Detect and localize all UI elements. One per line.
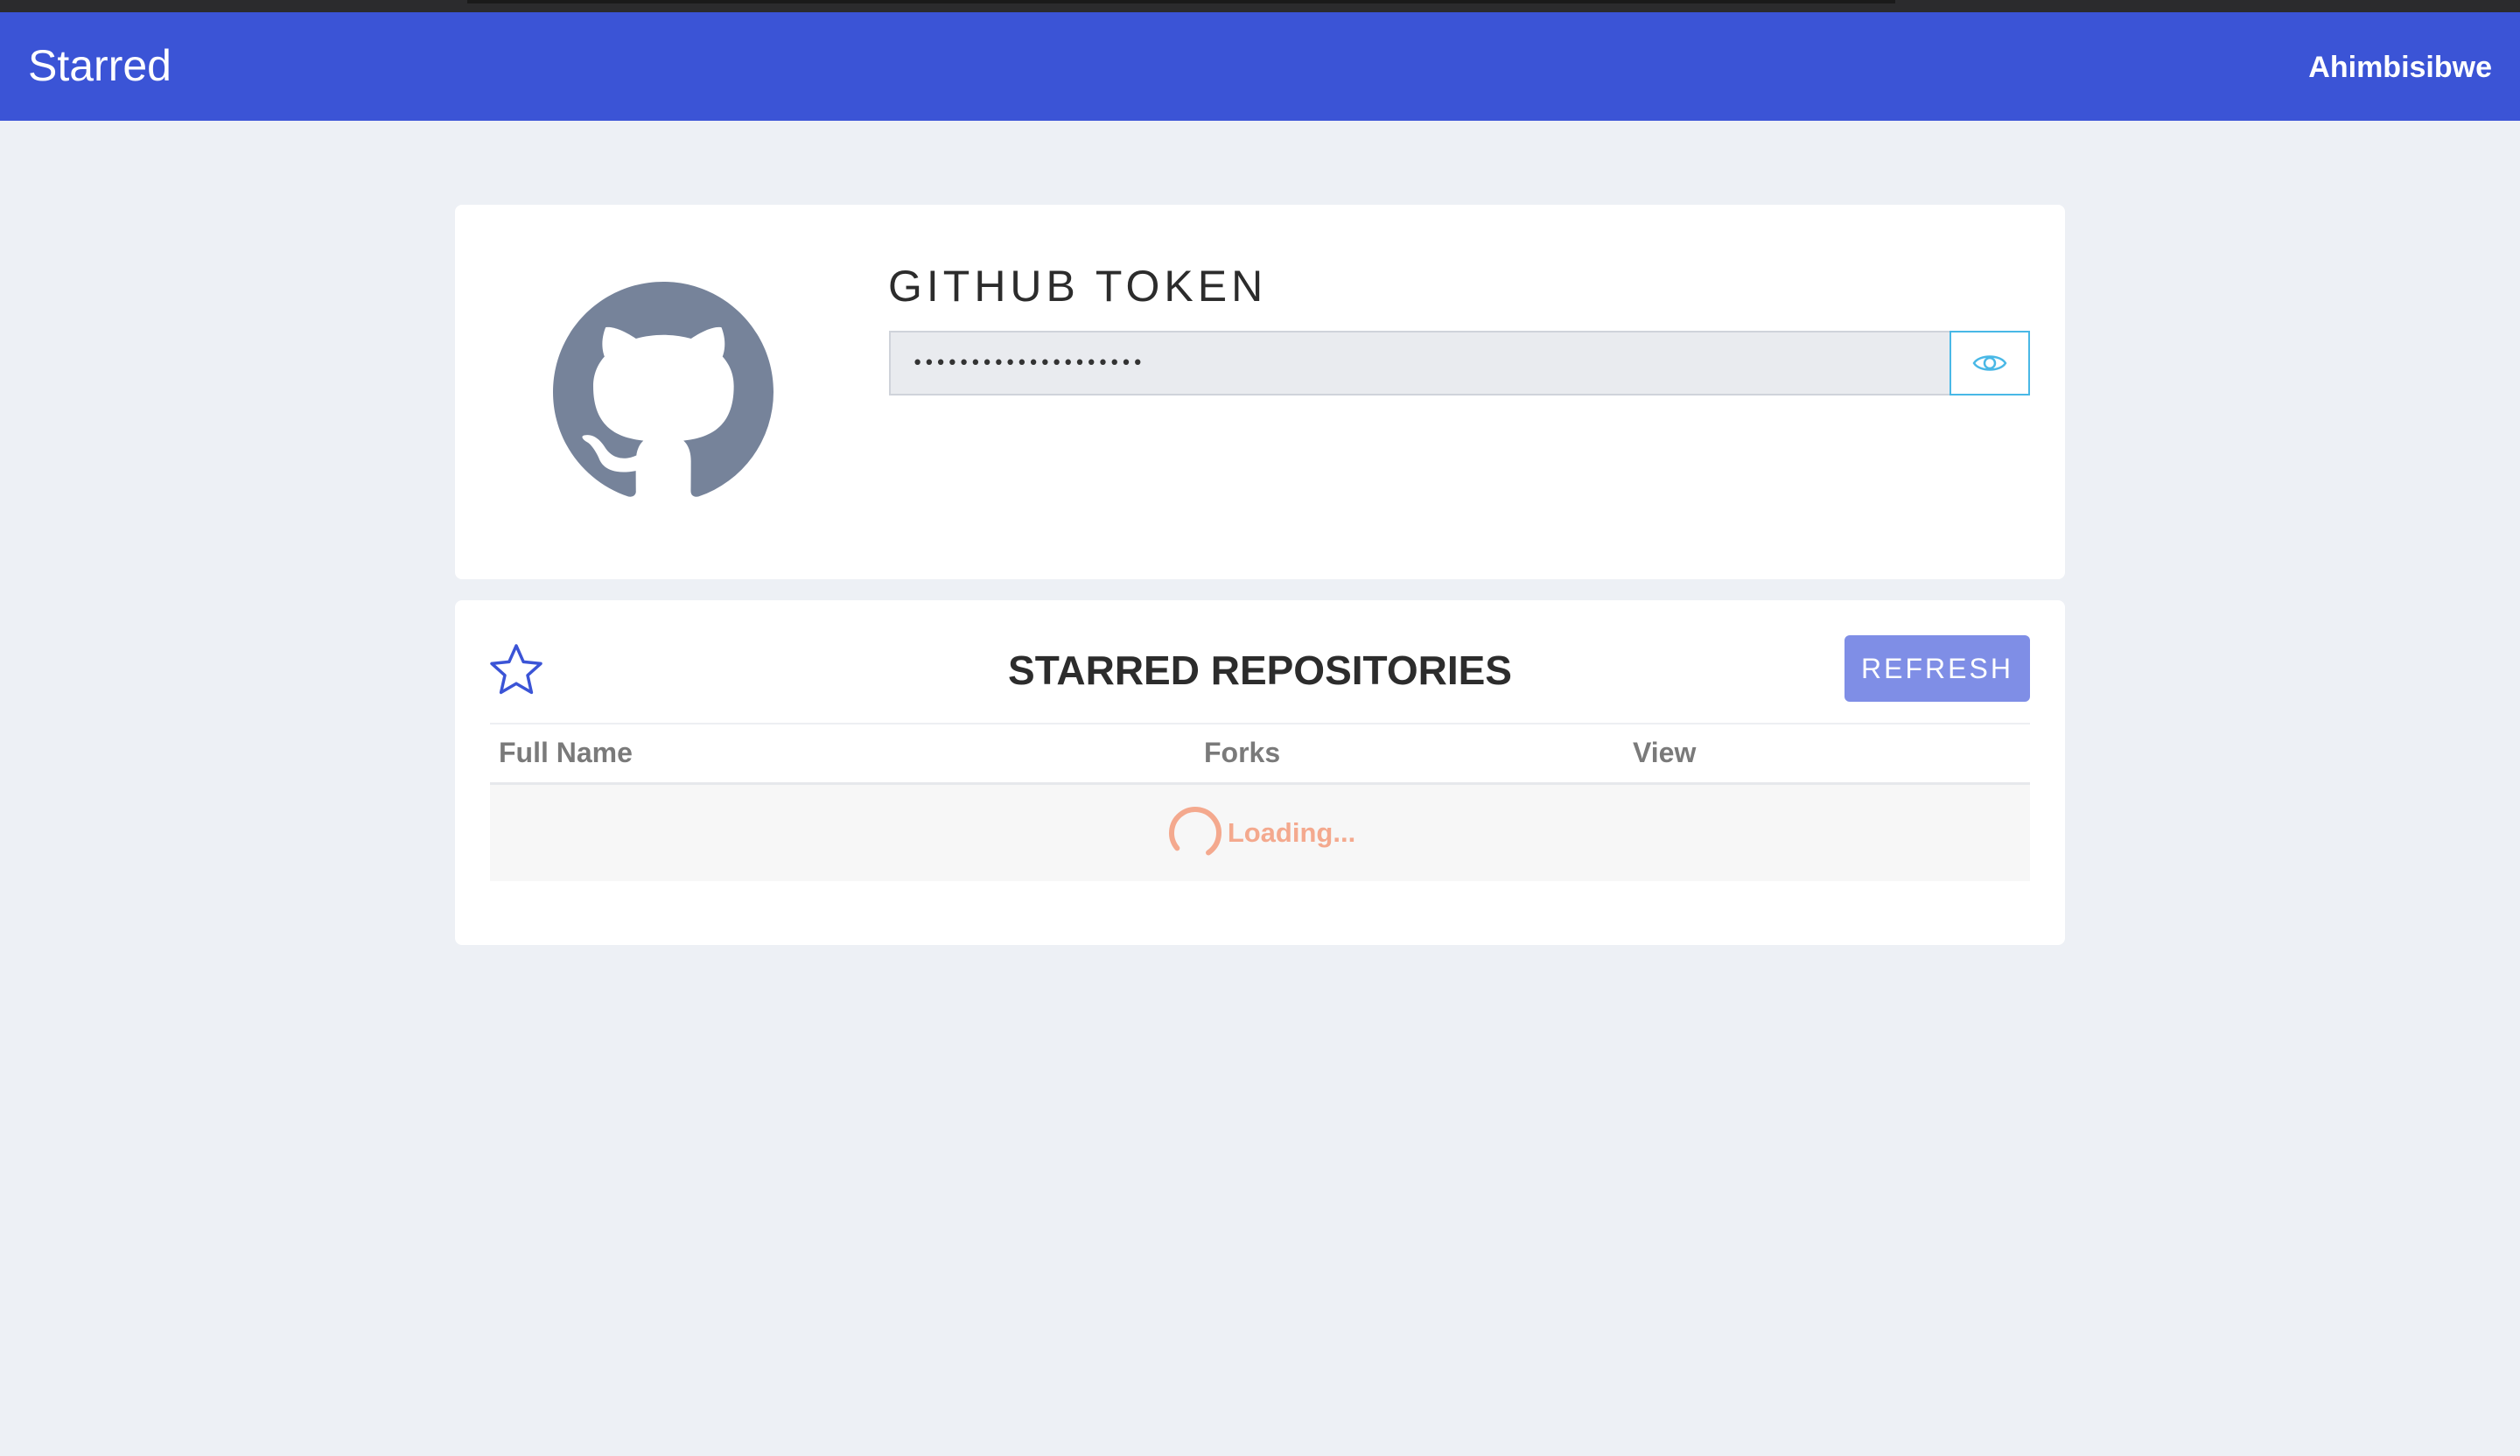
repos-title: STARRED REPOSITORIES: [1008, 648, 1512, 693]
column-full-name[interactable]: Full Name: [499, 735, 633, 770]
token-input[interactable]: [889, 331, 1950, 396]
starred-repos-card: STARRED REPOSITORIES REFRESH Full Name F…: [455, 600, 2065, 945]
eye-icon: [1972, 355, 2007, 371]
loading-row: Loading...: [490, 785, 2030, 881]
brand-link[interactable]: Starred: [28, 37, 172, 94]
browser-tab-line: [467, 0, 1895, 4]
browser-top-strip: [0, 0, 2520, 12]
github-octocat-icon: [553, 282, 774, 497]
table-header: Full Name Forks View: [490, 723, 2030, 785]
star-icon: [490, 644, 542, 695]
token-card: GITHUB TOKEN: [455, 205, 2065, 579]
column-forks[interactable]: Forks: [1204, 735, 1280, 770]
toggle-visibility-button[interactable]: [1950, 331, 2030, 396]
refresh-button[interactable]: REFRESH: [1844, 635, 2030, 702]
navbar: Starred Ahimbisibwe: [0, 12, 2520, 121]
user-name[interactable]: Ahimbisibwe: [2308, 47, 2492, 88]
loading-text: Loading...: [1227, 817, 1356, 848]
spinner-icon: [1168, 807, 1222, 859]
column-view[interactable]: View: [1633, 735, 1696, 770]
repos-table: Full Name Forks View Loading...: [490, 723, 2030, 881]
token-title: GITHUB TOKEN: [888, 262, 1268, 311]
